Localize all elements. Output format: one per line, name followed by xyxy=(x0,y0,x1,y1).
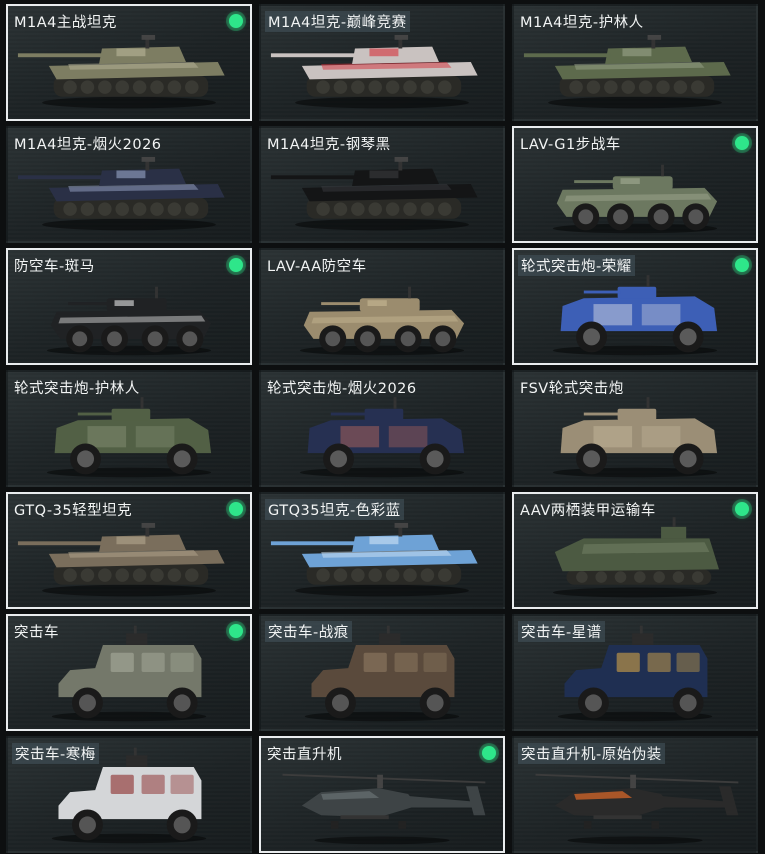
vehicle-skin-name: 突击车 xyxy=(14,625,59,641)
vehicle-skin-card[interactable]: 轮式突击炮-护林人 xyxy=(6,370,252,487)
vehicle-skin-name: M1A4主战坦克 xyxy=(14,15,117,31)
vehicle-skin-name: 突击直升机 xyxy=(267,747,342,763)
owned-indicator-icon xyxy=(229,258,243,272)
vehicle-skin-name: 防空车-斑马 xyxy=(14,259,95,275)
owned-indicator-icon xyxy=(735,258,749,272)
vehicle-skin-name: M1A4坦克-巅峰竞赛 xyxy=(265,11,410,32)
vehicle-skin-name: M1A4坦克-钢琴黑 xyxy=(267,137,391,153)
vehicle-skin-card[interactable]: M1A4坦克-钢琴黑 xyxy=(259,126,505,243)
vehicle-skin-name: 轮式突击炮-护林人 xyxy=(14,381,140,397)
vehicle-skin-card[interactable]: 突击车-战痕 xyxy=(259,614,505,731)
vehicle-skin-name: FSV轮式突击炮 xyxy=(520,381,624,397)
vehicle-skin-card[interactable]: 突击车-星谱 xyxy=(512,614,758,731)
vehicle-skin-card[interactable]: FSV轮式突击炮 xyxy=(512,370,758,487)
owned-indicator-icon xyxy=(229,14,243,28)
vehicle-skin-name: GTQ35坦克-色彩蓝 xyxy=(265,499,404,520)
vehicle-skin-card[interactable]: 突击直升机-原始伪装 xyxy=(512,736,758,853)
vehicle-skin-card[interactable]: AAV两栖装甲运输车 xyxy=(512,492,758,609)
owned-indicator-icon xyxy=(482,746,496,760)
vehicle-skin-grid: M1A4主战坦克 M1A4坦克-巅峰竞赛 M1A4坦克-护林人 M1A4坦克-烟… xyxy=(6,4,758,853)
vehicle-skin-card[interactable]: GTQ-35轻型坦克 xyxy=(6,492,252,609)
vehicle-skin-name: 轮式突击炮-烟火2026 xyxy=(267,381,417,397)
vehicle-skin-card[interactable]: LAV-AA防空车 xyxy=(259,248,505,365)
vehicle-skin-card[interactable]: 突击直升机 xyxy=(259,736,505,853)
owned-indicator-icon xyxy=(229,624,243,638)
vehicle-skin-card[interactable]: 突击车-寒梅 xyxy=(6,736,252,853)
vehicle-skin-name: AAV两栖装甲运输车 xyxy=(520,503,656,519)
vehicle-skin-name: 突击车-寒梅 xyxy=(12,743,99,764)
vehicle-skin-name: 突击车-战痕 xyxy=(265,621,352,642)
vehicle-skin-card[interactable]: GTQ35坦克-色彩蓝 xyxy=(259,492,505,609)
vehicle-skin-name: 突击车-星谱 xyxy=(518,621,605,642)
vehicle-skin-card[interactable]: 轮式突击炮-烟火2026 xyxy=(259,370,505,487)
vehicle-skin-card[interactable]: 突击车 xyxy=(6,614,252,731)
vehicle-skin-name: GTQ-35轻型坦克 xyxy=(14,503,133,519)
vehicle-skin-name: 轮式突击炮-荣耀 xyxy=(518,255,635,276)
vehicle-skin-name: M1A4坦克-护林人 xyxy=(520,15,644,31)
vehicle-skin-card[interactable]: 防空车-斑马 xyxy=(6,248,252,365)
owned-indicator-icon xyxy=(229,502,243,516)
vehicle-skin-name: M1A4坦克-烟火2026 xyxy=(14,137,162,153)
vehicle-skin-card[interactable]: M1A4坦克-烟火2026 xyxy=(6,126,252,243)
owned-indicator-icon xyxy=(735,136,749,150)
vehicle-skin-card[interactable]: M1A4坦克-巅峰竞赛 xyxy=(259,4,505,121)
vehicle-skin-name: LAV-G1步战车 xyxy=(520,137,621,153)
vehicle-skin-name: 突击直升机-原始伪装 xyxy=(518,743,665,764)
owned-indicator-icon xyxy=(735,502,749,516)
vehicle-skin-card[interactable]: 轮式突击炮-荣耀 xyxy=(512,248,758,365)
vehicle-skin-card[interactable]: M1A4主战坦克 xyxy=(6,4,252,121)
vehicle-skin-card[interactable]: M1A4坦克-护林人 xyxy=(512,4,758,121)
vehicle-skin-card[interactable]: LAV-G1步战车 xyxy=(512,126,758,243)
vehicle-skin-name: LAV-AA防空车 xyxy=(267,259,367,275)
